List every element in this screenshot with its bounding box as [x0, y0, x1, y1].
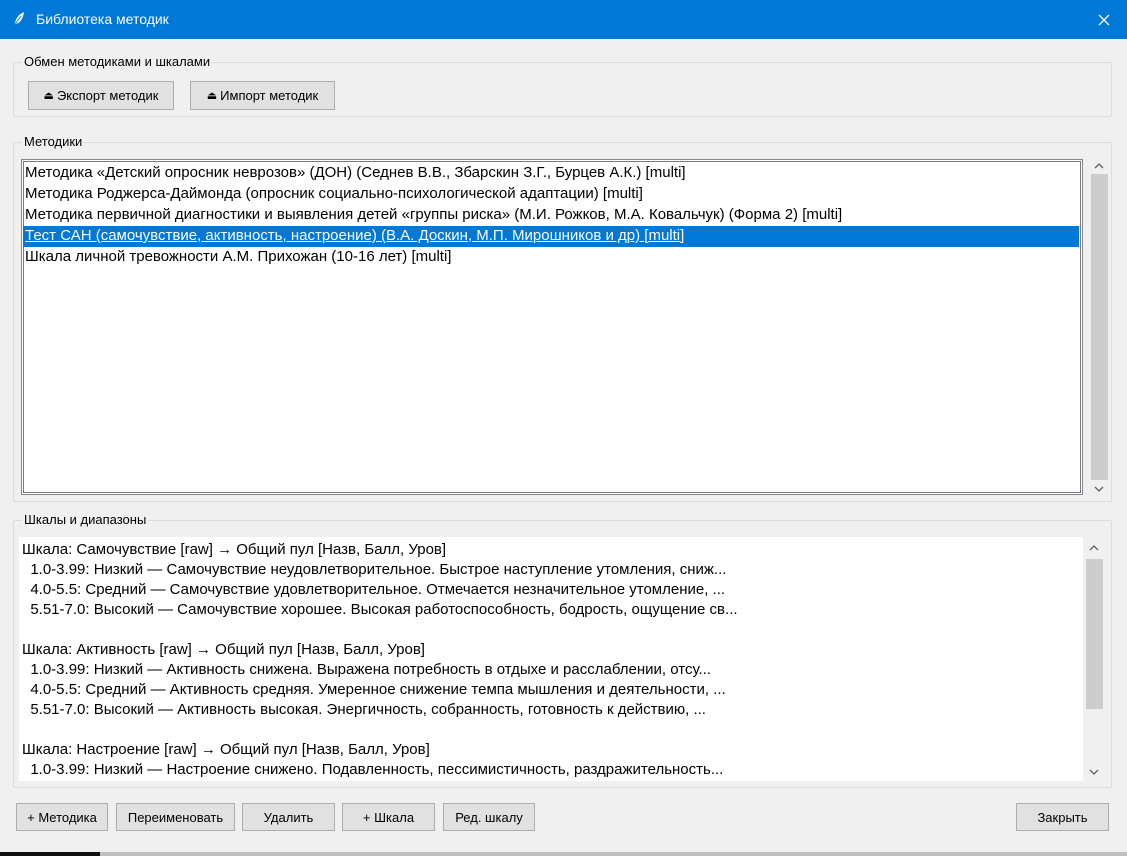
edit-scale-label: Ред. шкалу: [455, 809, 523, 825]
exchange-group: Обмен методиками и шкалами: [13, 54, 1112, 117]
methods-listbox[interactable]: Методика «Детский опросник неврозов» (ДО…: [21, 159, 1083, 495]
scales-scroll-thumb[interactable]: [1086, 559, 1103, 709]
methods-group-label: Методики: [22, 134, 85, 150]
export-methods-label: Экспорт методик: [56, 88, 159, 103]
import-methods-button[interactable]: ⏏ Импорт методик: [190, 81, 335, 110]
method-item-selected[interactable]: Тест САН (самочувствие, активность, наст…: [23, 226, 1079, 247]
scroll-up-icon[interactable]: [1090, 157, 1108, 174]
scales-group-label: Шкалы и диапазоны: [22, 512, 149, 528]
add-method-button[interactable]: + Методика: [16, 803, 108, 831]
scale-text-line: 1.0-3.99: Низкий — Активность снижена. В…: [22, 661, 711, 678]
scale-text-line: 1.0-3.99: Низкий — Самочувствие неудовле…: [22, 561, 727, 578]
scale-text-line: 5.51-7.0: Высокий — Самочувствие хорошее…: [22, 601, 738, 618]
scale-text-line: Шкала: Активность [raw] → Общий пул [Наз…: [22, 641, 425, 658]
method-item[interactable]: Шкала личной тревожности А.М. Прихожан (…: [23, 247, 1079, 268]
import-methods-label: Импорт методик: [220, 88, 319, 103]
taskbar-edge: [0, 852, 1127, 856]
scale-text-line: 5.51-7.0: Высокий — Активность высокая. …: [22, 701, 706, 718]
method-item[interactable]: Методика первичной диагностики и выявлен…: [23, 205, 1079, 226]
close-button[interactable]: Закрыть: [1016, 803, 1109, 831]
exchange-group-label: Обмен методиками и шкалами: [22, 54, 213, 70]
scale-text-line: Шкала: Настроение [raw] → Общий пул [Наз…: [22, 741, 430, 758]
methods-scroll-thumb[interactable]: [1091, 174, 1108, 480]
scale-text-line: 4.0-5.5: Средний — Самочувствие удовлетв…: [22, 581, 726, 598]
add-scale-label: + Шкала: [362, 809, 415, 825]
scale-text-line: Шкала: Самочувствие [raw] → Общий пул [Н…: [22, 541, 447, 558]
scale-text-line: 4.0-5.5: Средний — Активность средняя. У…: [22, 681, 726, 698]
export-icon: ⏏: [43, 90, 54, 102]
edit-scale-button[interactable]: Ред. шкалу: [443, 803, 535, 831]
close-window-button[interactable]: [1081, 0, 1127, 39]
window-title: Библиотека методик: [36, 11, 169, 27]
delete-button[interactable]: Удалить: [242, 803, 335, 831]
rename-label: Переименовать: [127, 809, 224, 825]
scroll-down-icon[interactable]: [1090, 480, 1108, 497]
feather-icon: [13, 12, 24, 27]
method-item[interactable]: Методика Роджерса-Даймонда (опросник соц…: [23, 184, 1079, 205]
scales-scrollbar[interactable]: [1085, 539, 1103, 780]
scales-textbox[interactable]: Шкала: Самочувствие [raw] → Общий пул [Н…: [19, 537, 1083, 781]
rename-button[interactable]: Переименовать: [116, 803, 235, 831]
scroll-down-icon[interactable]: [1085, 763, 1103, 780]
scroll-up-icon[interactable]: [1085, 539, 1103, 556]
close-icon: [1098, 14, 1110, 25]
close-label: Закрыть: [1037, 809, 1088, 825]
taskbar-edge-dark: [0, 852, 100, 856]
import-icon: ⏏: [206, 90, 218, 102]
method-item[interactable]: Методика «Детский опросник неврозов» (ДО…: [23, 163, 1079, 184]
title-bar: Библиотека методик: [0, 0, 1127, 39]
methods-scrollbar[interactable]: [1090, 157, 1108, 497]
add-scale-button[interactable]: + Шкала: [342, 803, 435, 831]
scale-text-line: 1.0-3.99: Низкий — Настроение снижено. П…: [22, 761, 724, 778]
delete-label: Удалить: [263, 809, 314, 825]
add-method-label: + Методика: [27, 809, 97, 825]
export-methods-button[interactable]: ⏏ Экспорт методик: [28, 81, 174, 110]
